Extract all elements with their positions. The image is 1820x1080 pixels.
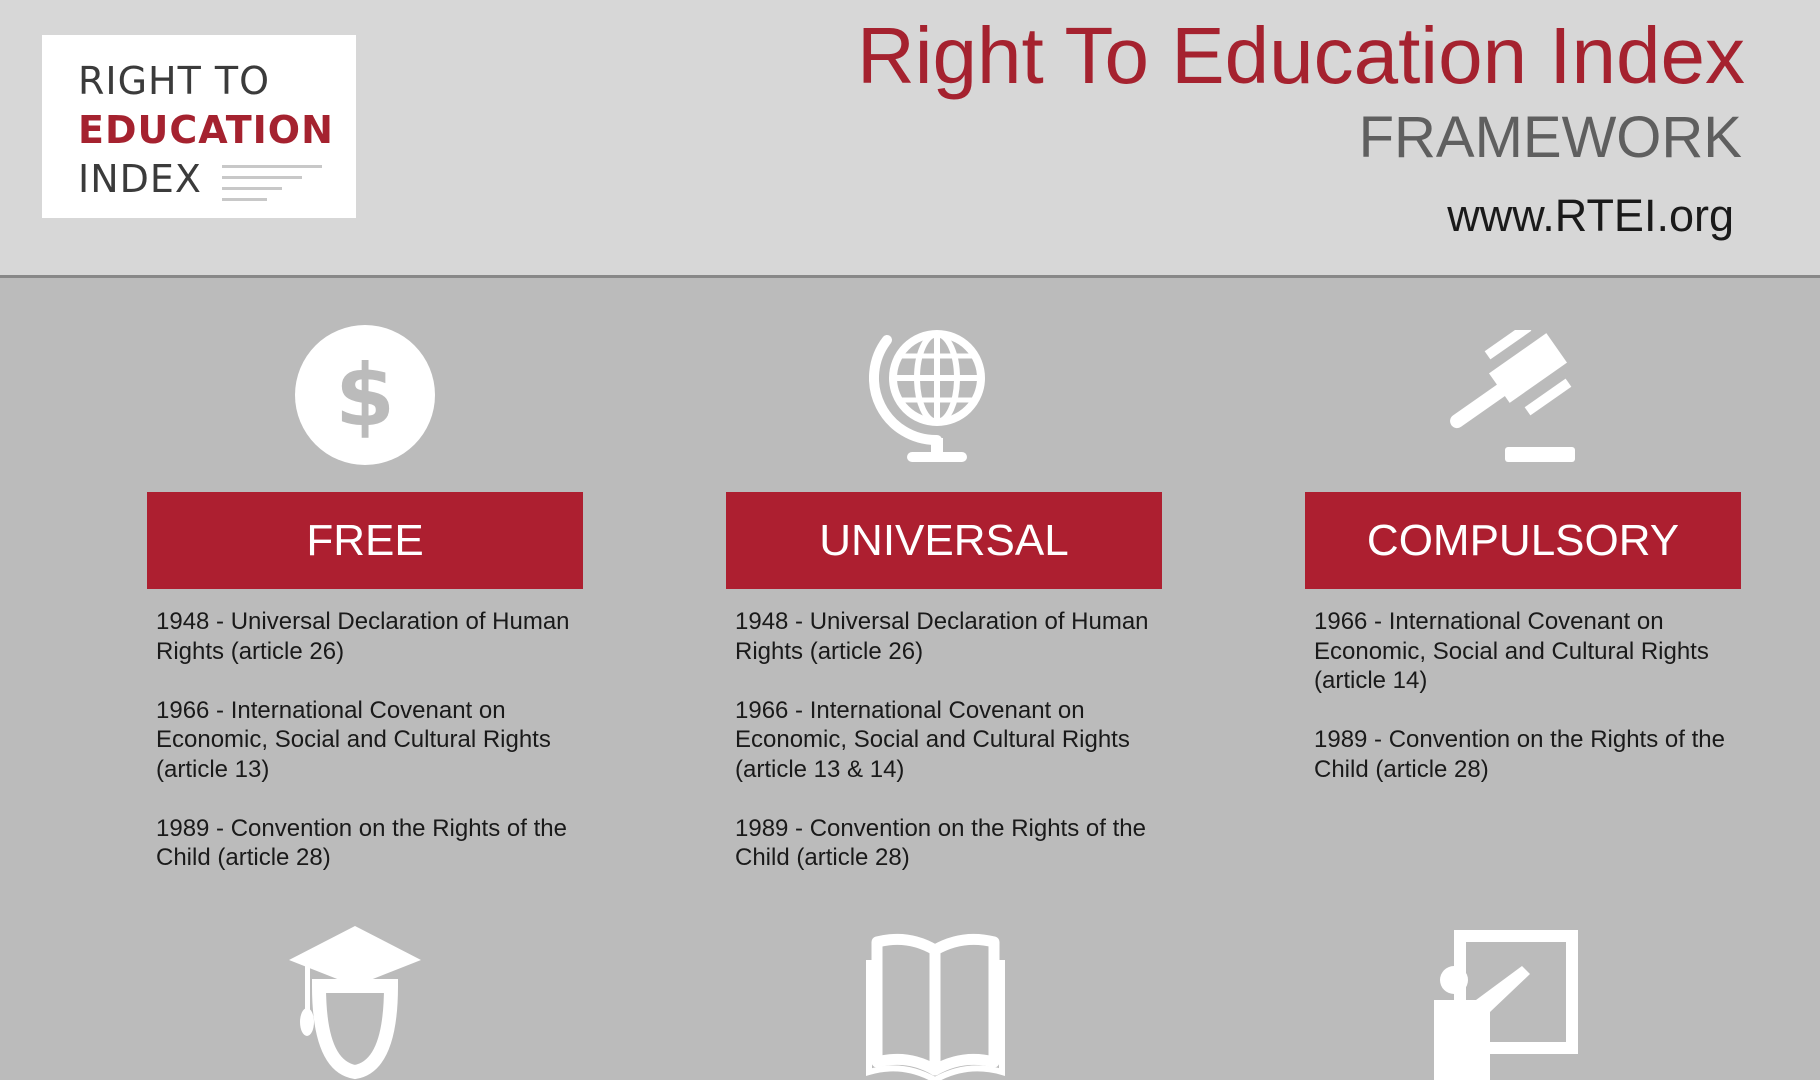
banner-universal: UNIVERSAL <box>726 492 1162 589</box>
list-item: 1948 - Universal Declaration of Human Ri… <box>156 608 570 665</box>
list-item: 1989 - Convention on the Rights of the C… <box>156 814 567 872</box>
open-book-icon <box>866 933 1005 1080</box>
list-item: 1989 - Convention on the Rights of the C… <box>1314 726 1725 783</box>
list-item: 1966 - International Covenant on Economi… <box>1314 608 1709 694</box>
gavel-icon <box>1450 330 1575 462</box>
page-title: Right To Education Index <box>856 11 1745 100</box>
list-item: 1948 - Universal Declaration of Human Ri… <box>735 608 1149 665</box>
globe-icon <box>869 330 985 462</box>
dollar-icon: $ <box>295 325 435 465</box>
list-item: 1966 - International Covenant on Economi… <box>156 696 551 783</box>
list-item: 1989 - Convention on the Rights of the C… <box>735 814 1146 872</box>
logo-stripes-icon <box>222 163 327 203</box>
rtei-logo[interactable]: RIGHT TO EDUCATION INDEX <box>42 35 356 218</box>
page-subtitle: FRAMEWORK <box>1358 105 1742 170</box>
website-link[interactable]: www.RTEI.org <box>1447 189 1734 243</box>
header: RIGHT TO EDUCATION INDEX Right To Educat… <box>0 0 1820 278</box>
column-free-text: 1948 - Universal Declaration of Human Ri… <box>156 607 586 902</box>
graduate-icon <box>289 926 421 1080</box>
banner-free: FREE <box>147 492 583 589</box>
teacher-board-icon <box>1434 930 1578 1080</box>
svg-text:$: $ <box>335 346 395 446</box>
logo-line-3: INDEX <box>78 157 202 201</box>
banner-compulsory: COMPULSORY <box>1305 492 1741 589</box>
column-universal-text: 1948 - Universal Declaration of Human Ri… <box>735 607 1165 902</box>
column-compulsory-text: 1966 - International Covenant on Economi… <box>1314 607 1744 814</box>
list-item: 1966 - International Covenant on Economi… <box>735 696 1130 783</box>
logo-line-1: RIGHT TO <box>78 59 271 103</box>
logo-line-2: EDUCATION <box>78 108 334 152</box>
